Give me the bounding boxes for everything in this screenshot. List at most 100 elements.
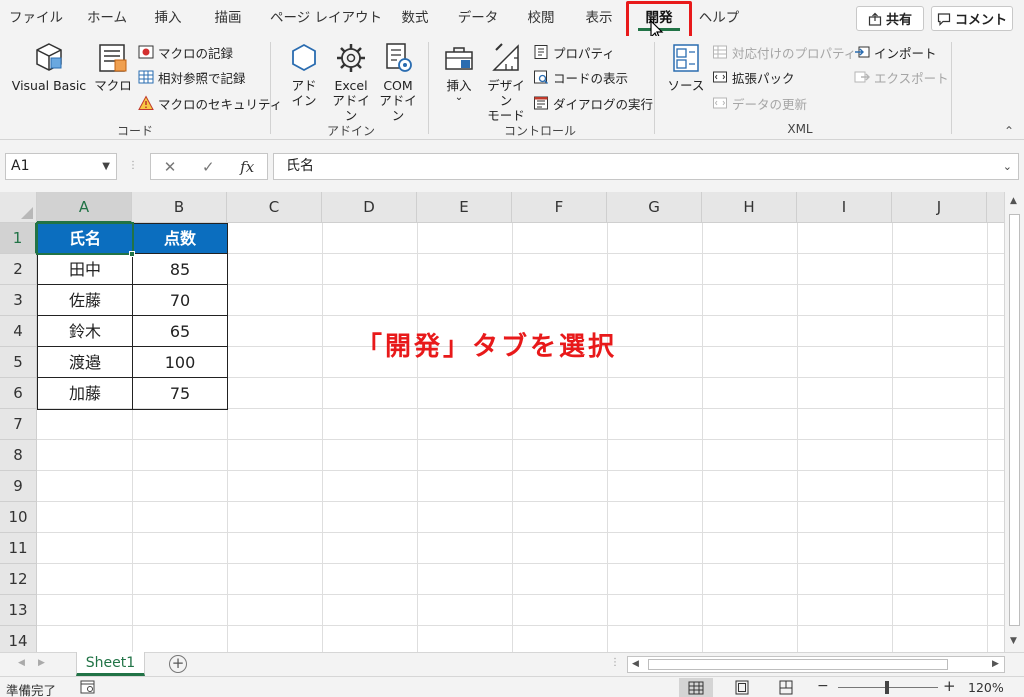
tab-review[interactable]: 校閲 [521, 0, 561, 36]
insert-control-button[interactable]: 挿入 ⌄ [440, 40, 478, 103]
properties-button[interactable]: プロパティ [533, 41, 615, 63]
record-macro-button[interactable]: マクロの記録 [138, 41, 233, 63]
zoom-in-button[interactable]: + [943, 677, 956, 695]
xml-source-button[interactable]: ソース [665, 40, 707, 93]
tab-file[interactable]: ファイル [8, 0, 64, 36]
excel-addins-button[interactable]: Excel アドイン [328, 40, 374, 123]
cell-b2[interactable]: 85 [133, 255, 227, 285]
cell-a5[interactable]: 渡邉 [38, 348, 132, 378]
cell-b4[interactable]: 65 [133, 317, 227, 347]
share-button[interactable]: 共有 [856, 6, 924, 31]
row-header-13[interactable]: 13 [0, 595, 37, 626]
page-break-view-button[interactable] [769, 678, 803, 697]
macro-recording-icon[interactable] [80, 680, 96, 695]
cell-a3[interactable]: 佐藤 [38, 286, 132, 316]
visual-basic-button[interactable]: Visual Basic [6, 40, 92, 93]
design-mode-button[interactable]: デザイン モード [482, 40, 530, 123]
macro-security-button[interactable]: マクロのセキュリティ [138, 92, 282, 114]
collapse-ribbon-icon[interactable]: ⌃ [1004, 124, 1014, 138]
refresh-data-button[interactable]: データの更新 [712, 92, 807, 114]
cell-b3[interactable]: 70 [133, 286, 227, 316]
tab-view[interactable]: 表示 [579, 0, 619, 36]
column-header-j[interactable]: J [892, 192, 987, 223]
row-header-6[interactable]: 6 [0, 378, 37, 409]
run-dialog-button[interactable]: ダイアログの実行 [533, 92, 653, 114]
row-header-3[interactable]: 3 [0, 285, 37, 316]
zoom-out-button[interactable]: − [817, 678, 829, 694]
scroll-up-icon[interactable]: ▲ [1010, 196, 1017, 206]
cell-a1[interactable]: 氏名 [38, 224, 132, 254]
vertical-scroll-thumb[interactable] [1009, 214, 1020, 626]
cell-a6[interactable]: 加藤 [38, 379, 132, 409]
tab-home[interactable]: ホーム [80, 0, 134, 36]
row-header-9[interactable]: 9 [0, 471, 37, 502]
formula-input[interactable]: 氏名 ⌄ [273, 153, 1019, 180]
view-code-button[interactable]: コードの表示 [533, 66, 628, 88]
column-header-f[interactable]: F [512, 192, 607, 223]
page-layout-view-button[interactable] [725, 678, 759, 697]
zoom-level[interactable]: 120% [968, 680, 1004, 695]
row-header-10[interactable]: 10 [0, 502, 37, 533]
add-sheet-button[interactable]: + [169, 655, 187, 673]
name-box[interactable]: A1 ▼ [5, 153, 117, 180]
row-header-8[interactable]: 8 [0, 440, 37, 471]
chevron-down-icon[interactable]: ▼ [102, 154, 110, 179]
cell-b5[interactable]: 100 [133, 348, 227, 378]
select-all-corner[interactable] [0, 192, 37, 223]
map-properties-button[interactable]: 対応付けのプロパティ [712, 41, 856, 63]
scroll-left-icon[interactable]: ◀ [632, 659, 639, 669]
comment-button[interactable]: コメント [931, 6, 1013, 31]
column-header-a[interactable]: A [37, 192, 132, 223]
normal-view-button[interactable] [679, 678, 713, 697]
expansion-packs-button[interactable]: 拡張パック [712, 66, 795, 88]
tab-page-layout[interactable]: ページ レイアウト [270, 0, 382, 36]
tab-formulas[interactable]: 数式 [394, 0, 436, 36]
addins-button[interactable]: アド イン [282, 40, 326, 108]
tab-draw[interactable]: 描画 [208, 0, 248, 36]
tab-insert[interactable]: 挿入 [148, 0, 188, 36]
vertical-scrollbar[interactable]: ▲ ▼ [1004, 192, 1024, 652]
cell-a4[interactable]: 鈴木 [38, 317, 132, 347]
row-header-5[interactable]: 5 [0, 347, 37, 378]
column-header-h[interactable]: H [702, 192, 797, 223]
horizontal-scrollbar[interactable]: ◀ ▶ [627, 656, 1005, 673]
cancel-icon[interactable]: ✕ [164, 158, 177, 176]
row-header-7[interactable]: 7 [0, 409, 37, 440]
fill-handle[interactable] [129, 251, 135, 257]
scroll-down-icon[interactable]: ▼ [1010, 636, 1017, 646]
column-header-g[interactable]: G [607, 192, 702, 223]
horizontal-scroll-thumb[interactable] [648, 659, 948, 670]
column-header-i[interactable]: I [797, 192, 892, 223]
cell-b6[interactable]: 75 [133, 379, 227, 409]
row-header-14[interactable]: 14 [0, 626, 37, 652]
insert-function-icon[interactable]: fx [240, 158, 254, 176]
worksheet-grid[interactable]: A B C D E F G H I J 1 2 3 4 5 6 7 8 9 10… [0, 192, 1004, 652]
row-header-12[interactable]: 12 [0, 564, 37, 595]
cell-a2[interactable]: 田中 [38, 255, 132, 285]
com-addins-button[interactable]: COM アドイン [376, 40, 420, 123]
row-header-2[interactable]: 2 [0, 254, 37, 285]
zoom-slider-thumb[interactable] [885, 681, 889, 694]
tab-splitter-icon[interactable]: ⋮ [610, 657, 620, 668]
formula-bar-grip-icon[interactable]: ⋮ [128, 160, 138, 171]
row-header-4[interactable]: 4 [0, 316, 37, 347]
column-header-c[interactable]: C [227, 192, 322, 223]
cell-b1[interactable]: 点数 [133, 224, 227, 254]
tab-data[interactable]: データ [455, 0, 501, 36]
relative-reference-button[interactable]: 相対参照で記録 [138, 66, 246, 88]
column-header-b[interactable]: B [132, 192, 227, 223]
next-sheet-icon[interactable]: ▶ [38, 658, 45, 668]
sheet-tab-sheet1[interactable]: Sheet1 [76, 652, 145, 676]
column-header-d[interactable]: D [322, 192, 417, 223]
macros-button[interactable]: マクロ [94, 40, 132, 93]
column-header-k[interactable] [987, 192, 1004, 223]
import-button[interactable]: インポート [854, 41, 937, 63]
chevron-down-icon[interactable]: ⌄ [1003, 154, 1012, 179]
row-header-1[interactable]: 1 [0, 223, 37, 254]
tab-help[interactable]: ヘルプ [696, 0, 742, 36]
row-header-11[interactable]: 11 [0, 533, 37, 564]
enter-icon[interactable]: ✓ [202, 158, 215, 176]
column-header-e[interactable]: E [417, 192, 512, 223]
scroll-right-icon[interactable]: ▶ [992, 659, 999, 669]
prev-sheet-icon[interactable]: ◀ [18, 658, 25, 668]
